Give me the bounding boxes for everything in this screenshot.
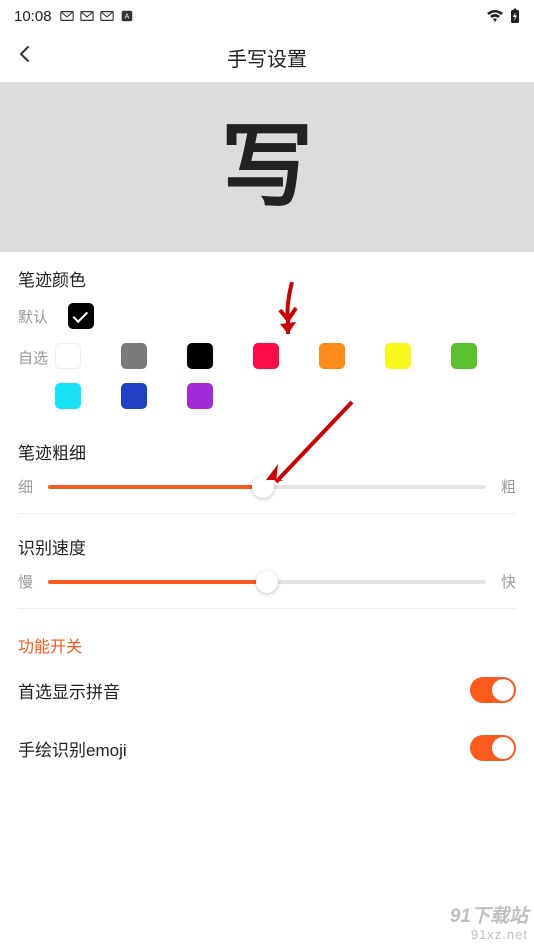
slider-max-label: 快 xyxy=(498,571,516,592)
color-swatch[interactable] xyxy=(55,383,81,409)
back-button[interactable] xyxy=(15,44,35,69)
toggle-switch[interactable] xyxy=(470,735,516,761)
preview-character: 写 xyxy=(221,121,313,213)
color-swatch[interactable] xyxy=(451,343,477,369)
default-color-label: 默认 xyxy=(18,306,68,327)
watermark-line2: 91xz.net xyxy=(450,928,528,942)
recognition-speed-slider[interactable] xyxy=(48,580,486,584)
color-swatch[interactable] xyxy=(385,343,411,369)
mail-icon xyxy=(80,9,94,23)
watermark: 91下载站 91xz.net xyxy=(450,907,528,942)
slider-max-label: 粗 xyxy=(498,476,516,497)
clock: 10:08 xyxy=(14,8,52,25)
color-swatch[interactable] xyxy=(187,383,213,409)
handwriting-preview: 写 xyxy=(0,82,534,252)
battery-icon xyxy=(510,8,520,24)
features-section-title: 功能开关 xyxy=(0,615,534,661)
slider-min-label: 慢 xyxy=(18,571,36,592)
recognition-speed-title: 识别速度 xyxy=(18,534,516,559)
watermark-line1: 91下载站 xyxy=(450,907,528,928)
mail-icon xyxy=(60,9,74,23)
custom-color-label: 自选 xyxy=(18,343,55,368)
slider-min-label: 细 xyxy=(18,476,36,497)
stroke-width-slider[interactable] xyxy=(48,485,486,489)
recognition-speed-section: 识别速度 慢 快 xyxy=(0,520,534,615)
color-swatch[interactable] xyxy=(187,343,213,369)
color-default-black[interactable] xyxy=(68,303,94,329)
status-right xyxy=(486,8,520,24)
color-swatch[interactable] xyxy=(319,343,345,369)
page-title: 手写设置 xyxy=(227,43,307,72)
color-swatch[interactable] xyxy=(253,343,279,369)
color-swatch[interactable] xyxy=(55,343,81,369)
toggle-switch[interactable] xyxy=(470,677,516,703)
stroke-color-section: 笔迹颜色 默认 自选 xyxy=(0,252,534,429)
header: 手写设置 xyxy=(0,32,534,82)
feature-toggle-row: 手绘识别emoji xyxy=(0,719,534,777)
status-bar: 10:08 A xyxy=(0,0,534,32)
status-notification-icons: A xyxy=(60,9,134,23)
feature-label: 首选显示拼音 xyxy=(18,678,120,703)
app-badge-icon: A xyxy=(120,9,134,23)
color-grid xyxy=(55,343,516,409)
stroke-color-title: 笔迹颜色 xyxy=(18,266,516,291)
slider-thumb[interactable] xyxy=(252,476,274,498)
feature-toggle-row: 首选显示拼音 xyxy=(0,661,534,719)
feature-label: 手绘识别emoji xyxy=(18,736,127,761)
chevron-left-icon xyxy=(15,44,35,64)
color-swatch[interactable] xyxy=(121,343,147,369)
stroke-width-title: 笔迹粗细 xyxy=(18,439,516,464)
stroke-width-section: 笔迹粗细 细 粗 xyxy=(0,429,534,520)
color-swatch[interactable] xyxy=(121,383,147,409)
mail-icon xyxy=(100,9,114,23)
wifi-icon xyxy=(486,9,504,23)
slider-thumb[interactable] xyxy=(256,571,278,593)
svg-text:A: A xyxy=(124,14,129,21)
